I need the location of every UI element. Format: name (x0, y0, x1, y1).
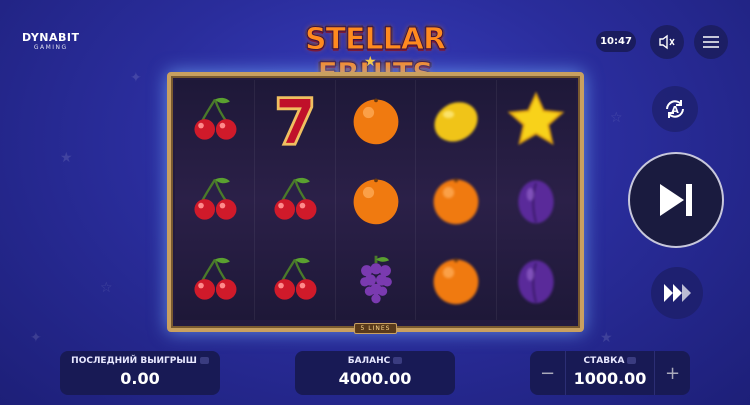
reel-5 (496, 80, 577, 320)
autoplay-icon: A (666, 100, 684, 118)
bet-increase-button[interactable]: + (654, 351, 690, 395)
cherry-icon (265, 170, 325, 230)
orange-icon (426, 250, 486, 310)
bet-decrease-button[interactable]: − (530, 351, 566, 395)
orange-icon (346, 90, 406, 150)
last-win-label: ПОСЛЕДНИЙ ВЫИГРЫШ (60, 356, 220, 366)
clock: 10:47 (596, 31, 636, 52)
star-icon (506, 90, 566, 150)
hamburger-menu-icon (703, 36, 719, 48)
reel-3 (335, 80, 417, 320)
lines-label: 5 LINES (353, 323, 398, 334)
svg-text:A: A (671, 105, 679, 116)
menu-button[interactable] (694, 25, 728, 59)
balance-value: 4000.00 (338, 369, 412, 388)
grapes-icon (346, 250, 406, 310)
reel-2 (255, 80, 336, 320)
reels-frame: 5 LINES (167, 72, 584, 334)
currency-icon (199, 357, 209, 364)
spin-button[interactable] (628, 152, 724, 248)
last-win-panel: ПОСЛЕДНИЙ ВЫИГРЫШ 0.00 (60, 351, 220, 395)
reel-4 (416, 80, 497, 320)
orange-icon (426, 170, 486, 230)
cherry-icon (185, 170, 245, 230)
orange-icon (346, 170, 406, 230)
last-win-value: 0.00 (120, 369, 160, 388)
provider-name: DYNABIT (22, 31, 80, 44)
turbo-button[interactable] (651, 267, 703, 319)
reel-1 (175, 80, 256, 320)
autoplay-button[interactable]: A (652, 86, 698, 132)
provider-sub: GAMING (33, 44, 68, 51)
lemon-icon (426, 90, 486, 150)
plum-icon (506, 250, 566, 310)
provider-logo: DYNABIT GAMING (22, 32, 80, 51)
currency-icon (393, 357, 403, 364)
sound-button[interactable] (650, 25, 684, 59)
star-icon: ★ (364, 54, 377, 70)
currency-icon (627, 357, 637, 364)
play-next-icon (660, 184, 692, 216)
plum-icon (506, 170, 566, 230)
cherry-icon (185, 250, 245, 310)
balance-panel: БАЛАНС 4000.00 (295, 351, 455, 395)
fast-forward-icon (664, 284, 691, 302)
seven-icon (265, 90, 325, 150)
balance-label: БАЛАНС (295, 356, 455, 366)
bet-panel: − СТАВКА 1000.00 + (530, 351, 690, 395)
cherry-icon (185, 90, 245, 150)
mute-icon (659, 34, 675, 50)
cherry-icon (265, 250, 325, 310)
reels-area (175, 80, 577, 320)
